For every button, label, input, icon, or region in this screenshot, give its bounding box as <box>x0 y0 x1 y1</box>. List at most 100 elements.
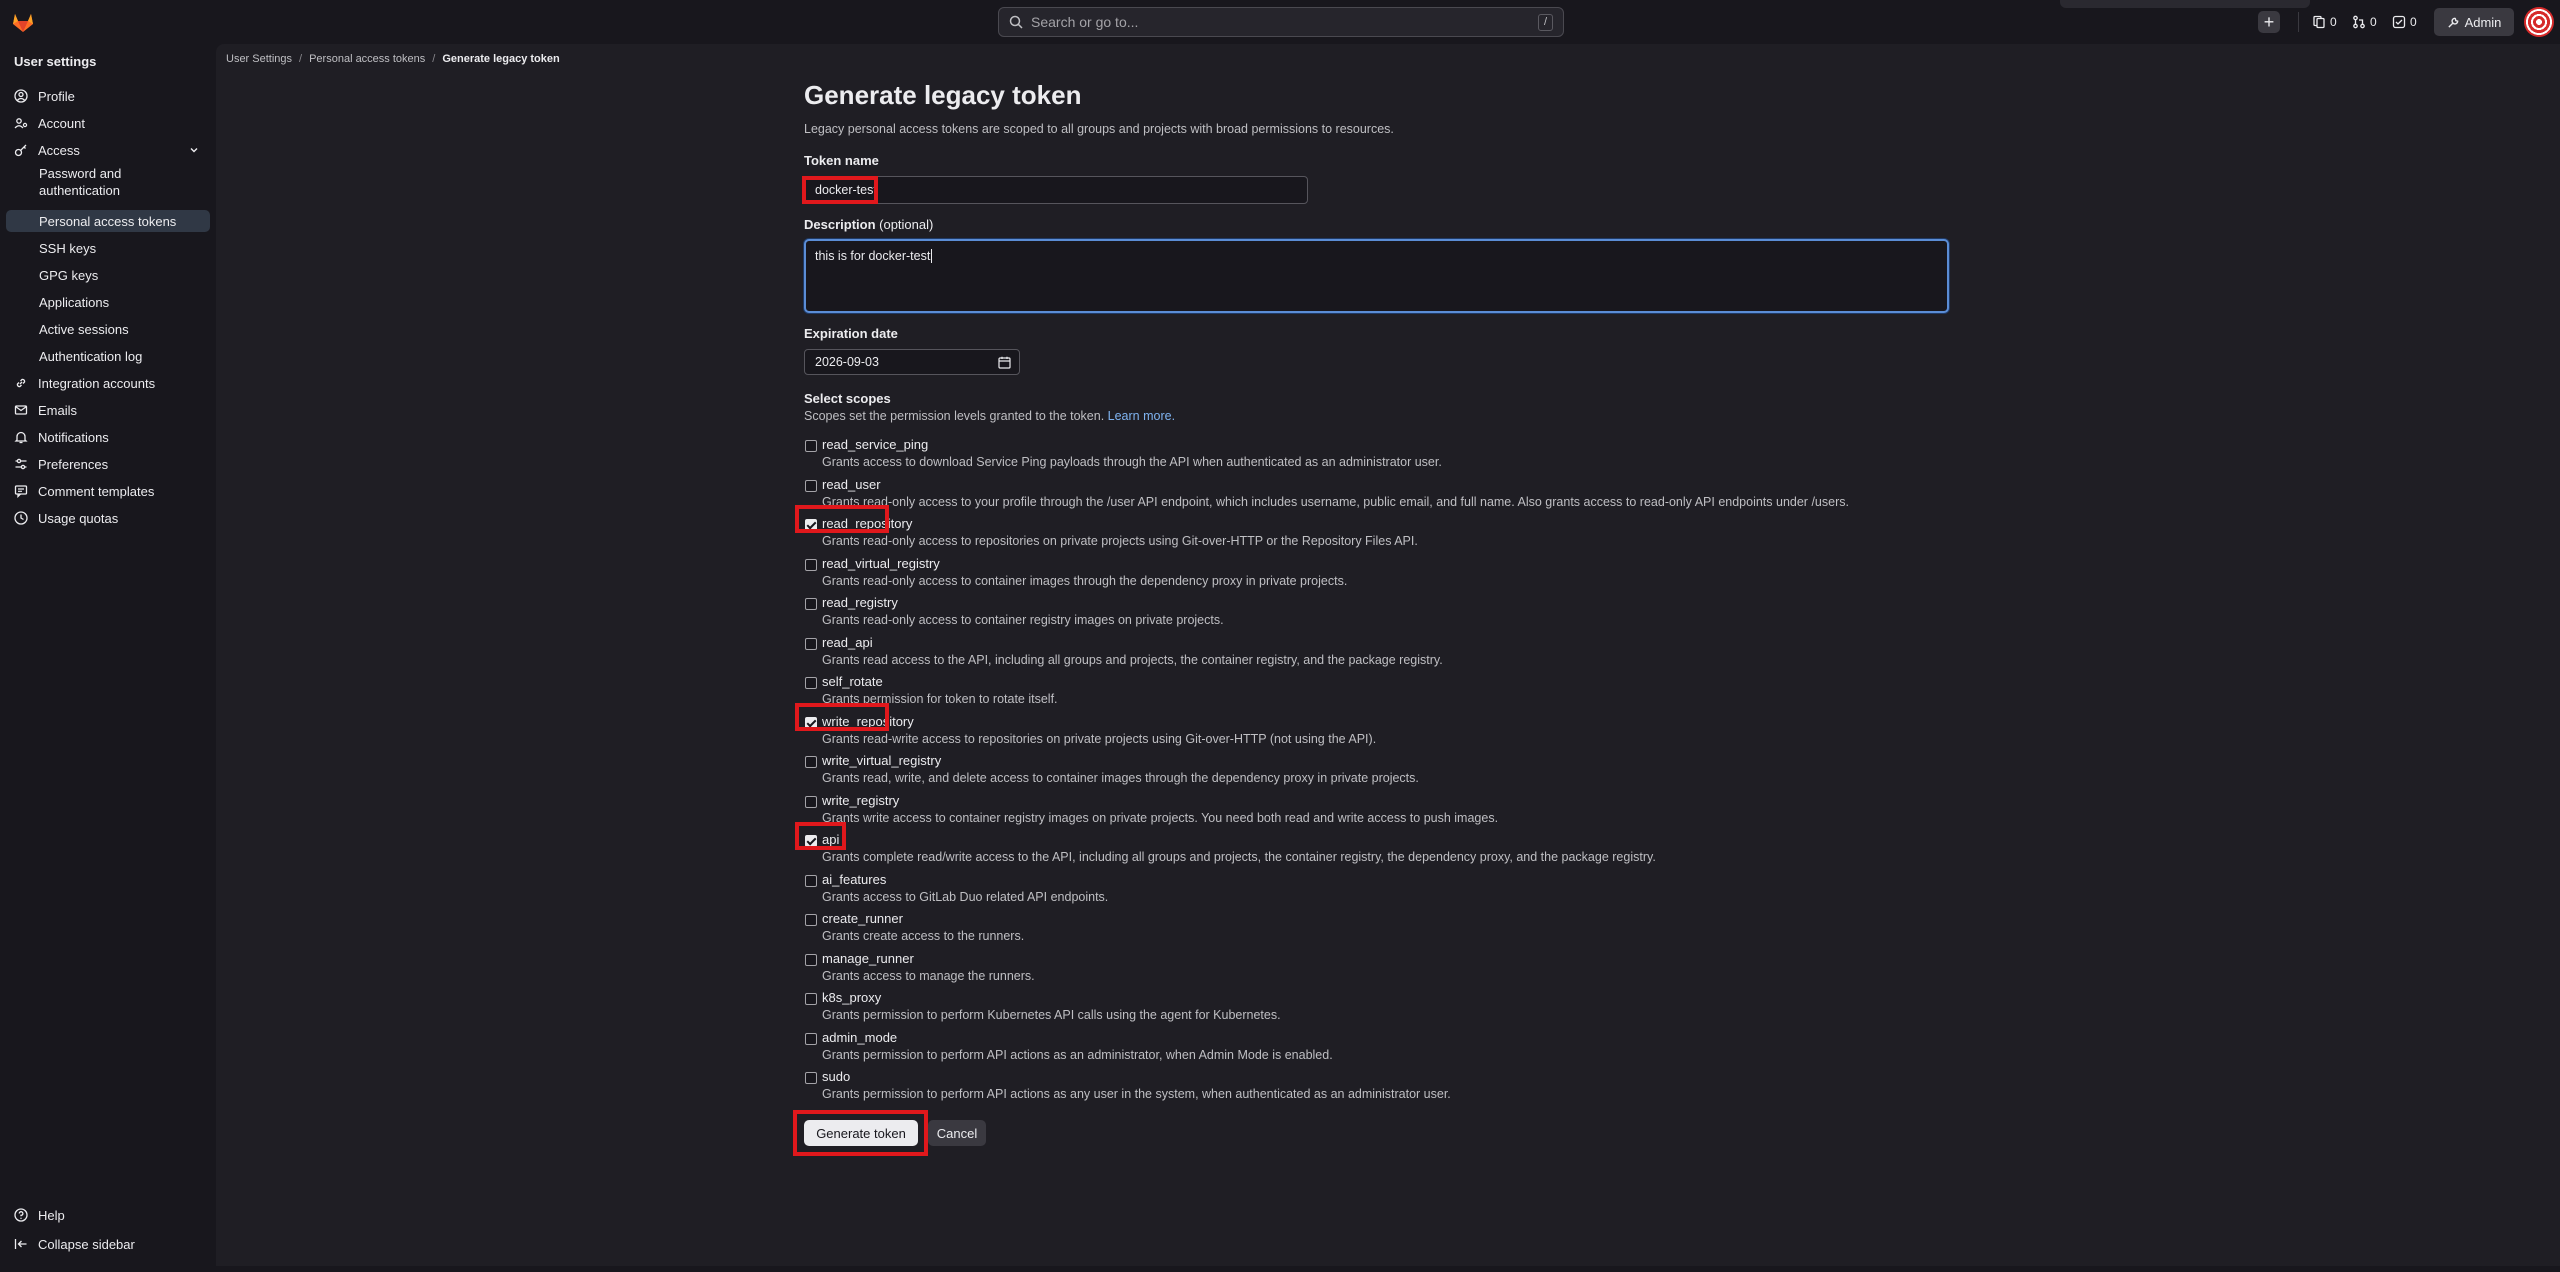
scope-name[interactable]: read_user <box>822 477 881 492</box>
sidebar-item-applications[interactable]: Applications <box>6 291 210 313</box>
preferences-icon <box>14 457 28 471</box>
scope-item[interactable]: ai_features Grants access to GitLab Duo r… <box>804 872 1964 912</box>
token-name-input[interactable]: docker-test <box>804 176 1308 204</box>
scope-item[interactable]: write_repository Grants read-write access… <box>804 714 1964 754</box>
sidebar-item-usage-quotas[interactable]: Usage quotas <box>6 507 210 529</box>
scope-checkbox[interactable] <box>805 953 817 966</box>
expiration-date-input[interactable]: 2026-09-03 <box>804 349 1020 375</box>
sidebar-item-password-authentication[interactable]: Password and authentication <box>6 161 210 199</box>
scope-item[interactable]: read_repository Grants read-only access t… <box>804 516 1964 556</box>
scope-item[interactable]: api Grants complete read/write access to … <box>804 832 1964 872</box>
scope-item[interactable]: self_rotate Grants permission for token t… <box>804 674 1964 714</box>
sidebar-item-comment-templates[interactable]: Comment templates <box>6 480 210 502</box>
scope-item[interactable]: create_runner Grants create access to the… <box>804 911 1964 951</box>
scope-item[interactable]: sudo Grants permission to perform API act… <box>804 1069 1964 1109</box>
sidebar-item-label: GPG keys <box>39 267 99 283</box>
breadcrumb-personal-access-tokens[interactable]: Personal access tokens <box>309 53 425 65</box>
issues-button[interactable]: 0 <box>2312 12 2337 32</box>
sidebar-item-authentication-log[interactable]: Authentication log <box>6 345 210 367</box>
sidebar-item-access[interactable]: Access <box>6 139 210 161</box>
scope-description: Grants read-write access to repositories… <box>822 731 1377 746</box>
scope-item[interactable]: write_registry Grants write access to con… <box>804 793 1964 833</box>
sidebar-title: User settings <box>14 54 97 69</box>
help-label: Help <box>38 1207 65 1223</box>
scope-item[interactable]: manage_runner Grants access to manage the… <box>804 951 1964 991</box>
scope-name[interactable]: sudo <box>822 1069 850 1084</box>
scope-checkbox[interactable] <box>805 479 817 492</box>
scope-checkbox[interactable] <box>805 1072 817 1084</box>
scope-item[interactable]: read_virtual_registry Grants read-only ac… <box>804 556 1964 596</box>
scope-checkbox[interactable] <box>805 598 817 610</box>
scope-name[interactable]: create_runner <box>822 911 903 926</box>
sidebar-item-gpg-keys[interactable]: GPG keys <box>6 264 210 286</box>
sidebar-item-integration-accounts[interactable]: Integration accounts <box>6 372 210 394</box>
search-placeholder: Search or go to... <box>1031 14 1139 30</box>
scope-item[interactable]: k8s_proxy Grants permission to perform Ku… <box>804 990 1964 1030</box>
learn-more-link[interactable]: Learn more. <box>1108 409 1175 423</box>
scope-item[interactable]: read_registry Grants read-only access to … <box>804 595 1964 635</box>
sidebar-item-profile[interactable]: Profile <box>6 85 210 107</box>
optional-text: (optional) <box>879 217 934 232</box>
scope-checkbox[interactable] <box>805 440 817 452</box>
sidebar-item-notifications[interactable]: Notifications <box>6 426 210 448</box>
highlight-api <box>795 822 846 850</box>
user-avatar[interactable] <box>2524 7 2554 37</box>
scope-checkbox[interactable] <box>805 637 817 650</box>
description-textarea[interactable]: this is for docker-test <box>804 239 1949 313</box>
scope-name[interactable]: read_registry <box>822 595 898 610</box>
main-panel: User Settings / Personal access tokens /… <box>216 44 2560 1266</box>
scope-item[interactable]: read_service_ping Grants access to downlo… <box>804 437 1964 477</box>
scope-checkbox[interactable] <box>805 914 817 926</box>
merge-requests-button[interactable]: 0 <box>2352 12 2377 32</box>
scope-checkbox[interactable] <box>805 1032 817 1045</box>
scope-item[interactable]: read_user Grants read-only access to your… <box>804 477 1964 517</box>
scope-name[interactable]: self_rotate <box>822 674 883 689</box>
scope-name[interactable]: ai_features <box>822 872 886 887</box>
page-description: Legacy personal access tokens are scoped… <box>804 122 1394 136</box>
sidebar-item-emails[interactable]: Emails <box>6 399 210 421</box>
scope-item[interactable]: admin_mode Grants permission to perform A… <box>804 1030 1964 1070</box>
gitlab-logo-icon[interactable] <box>10 9 36 35</box>
sidebar: User settings Profile Account Access Pas… <box>0 44 216 1272</box>
sidebar-item-account[interactable]: Account <box>6 112 210 134</box>
todo-icon <box>2392 15 2406 29</box>
scope-checkbox[interactable] <box>805 558 817 571</box>
scope-checkbox[interactable] <box>805 677 817 689</box>
todos-button[interactable]: 0 <box>2392 12 2417 32</box>
sidebar-item-preferences[interactable]: Preferences <box>6 453 210 475</box>
scope-description: Grants write access to container registr… <box>822 810 1499 825</box>
create-new-button[interactable]: + <box>2258 11 2280 33</box>
scope-description: Grants access to download Service Ping p… <box>822 455 1442 469</box>
scope-item[interactable]: read_api Grants read access to the API, i… <box>804 635 1964 675</box>
generate-token-button[interactable]: Generate token <box>804 1120 918 1146</box>
breadcrumb-current[interactable]: Generate legacy token <box>442 53 559 65</box>
scope-item[interactable]: write_virtual_registry Grants read, write… <box>804 753 1964 793</box>
collapse-sidebar-button[interactable]: Collapse sidebar <box>6 1233 210 1255</box>
scopes-help: Scopes set the permission levels granted… <box>804 409 1175 423</box>
expiration-date-value: 2026-09-03 <box>815 355 879 369</box>
breadcrumb-user-settings[interactable]: User Settings <box>226 53 292 65</box>
sidebar-item-personal-access-tokens[interactable]: Personal access tokens <box>6 210 210 232</box>
scope-name[interactable]: admin_mode <box>822 1030 897 1045</box>
scope-name[interactable]: write_virtual_registry <box>822 753 941 768</box>
calendar-icon[interactable] <box>998 356 1011 369</box>
scope-name[interactable]: read_service_ping <box>822 437 928 452</box>
search-input[interactable]: Search or go to... / <box>998 7 1564 37</box>
admin-button[interactable]: Admin <box>2434 8 2514 36</box>
scope-checkbox[interactable] <box>805 993 817 1005</box>
wrench-icon <box>2447 17 2458 28</box>
scope-name[interactable]: read_api <box>822 635 873 650</box>
cancel-button[interactable]: Cancel <box>928 1120 986 1146</box>
scope-name[interactable]: read_virtual_registry <box>822 556 940 571</box>
scope-checkbox[interactable] <box>805 756 817 768</box>
sidebar-item-ssh-keys[interactable]: SSH keys <box>6 237 210 259</box>
description-label-text: Description <box>804 217 876 232</box>
scope-name[interactable]: write_registry <box>822 793 899 808</box>
scope-name[interactable]: k8s_proxy <box>822 990 881 1005</box>
scope-name[interactable]: manage_runner <box>822 951 914 966</box>
scope-checkbox[interactable] <box>805 795 817 808</box>
scope-checkbox[interactable] <box>805 874 817 887</box>
sidebar-item-label: Active sessions <box>39 321 129 337</box>
help-button[interactable]: Help <box>6 1204 210 1226</box>
sidebar-item-active-sessions[interactable]: Active sessions <box>6 318 210 340</box>
